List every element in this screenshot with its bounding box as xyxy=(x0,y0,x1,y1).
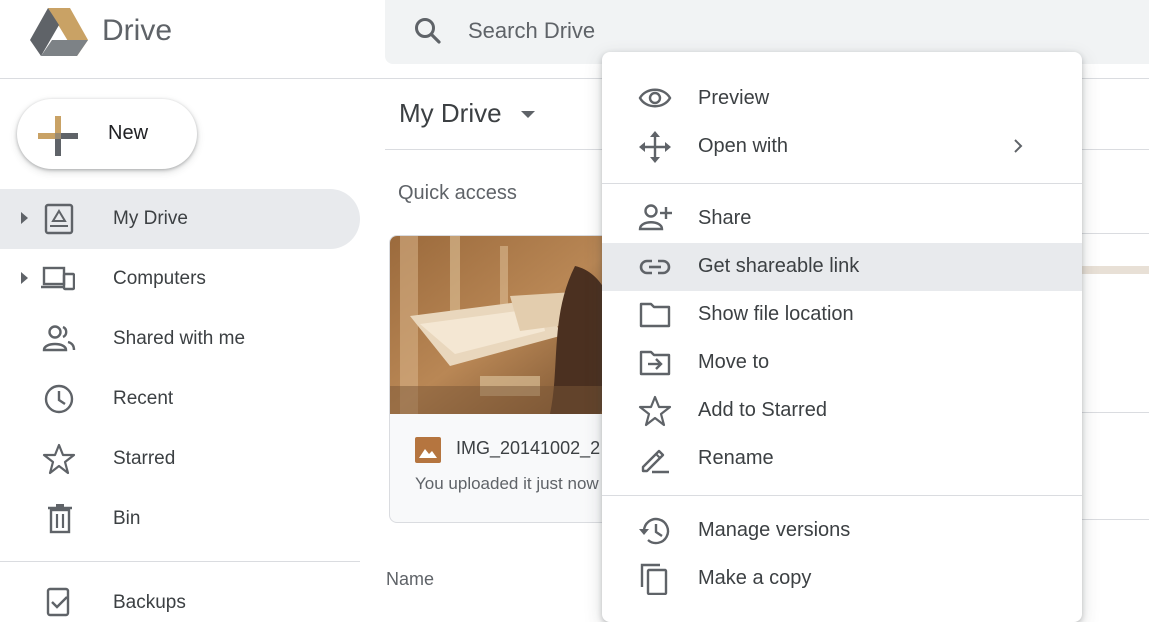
page-title[interactable]: My Drive xyxy=(399,98,502,129)
person-add-icon xyxy=(638,204,672,231)
move-to-folder-icon xyxy=(639,350,671,376)
menu-item-label: Move to xyxy=(698,351,770,373)
eye-icon xyxy=(638,88,672,108)
menu-item-label: Get shareable link xyxy=(698,255,860,277)
history-icon xyxy=(639,517,670,545)
clock-icon xyxy=(44,384,74,414)
menu-item-label: Rename xyxy=(698,447,774,469)
sidebar-item-label: Shared with me xyxy=(113,328,246,349)
my-drive-icon xyxy=(44,203,74,235)
backups-icon xyxy=(46,587,70,617)
expand-arrow-icon[interactable] xyxy=(21,212,28,224)
computers-icon xyxy=(41,266,75,291)
list-divider xyxy=(1082,412,1149,413)
sidebar-item-label: Backups xyxy=(113,592,186,613)
menu-item-label: Share xyxy=(698,207,752,229)
menu-separator xyxy=(602,495,1082,496)
chevron-down-icon[interactable] xyxy=(521,111,535,118)
sidebar-item-label: Bin xyxy=(113,508,141,529)
menu-item-label: Add to Starred xyxy=(698,399,827,421)
menu-item-add-to-starred[interactable] xyxy=(602,387,1082,435)
file-name: IMG_20141002_2 xyxy=(456,438,601,458)
file-subtitle: You uploaded it just now xyxy=(415,474,599,493)
menu-item-share[interactable] xyxy=(602,194,1082,242)
move-arrows-icon xyxy=(639,131,671,163)
menu-item-label: Manage versions xyxy=(698,519,851,541)
menu-separator xyxy=(602,183,1082,184)
star-icon xyxy=(42,443,76,475)
chevron-right-icon xyxy=(1014,139,1023,153)
folder-icon xyxy=(639,302,671,328)
sidebar-item-label: Recent xyxy=(113,388,174,409)
link-icon xyxy=(639,259,671,275)
menu-item-label: Show file location xyxy=(698,303,854,325)
sidebar-item-label: Starred xyxy=(113,448,176,469)
trash-icon xyxy=(48,504,72,534)
menu-item-rename[interactable] xyxy=(602,435,1082,483)
copy-icon xyxy=(640,563,668,595)
menu-item-label: Make a copy xyxy=(698,567,812,589)
sidebar-divider xyxy=(0,561,360,562)
new-button-label: New xyxy=(108,122,149,144)
app-title: Drive xyxy=(102,14,173,47)
quick-access-heading: Quick access xyxy=(398,182,517,204)
menu-item-preview[interactable] xyxy=(602,74,1082,122)
thumbnail-edge xyxy=(1082,266,1149,274)
name-column-header[interactable]: Name xyxy=(386,569,434,590)
star-icon xyxy=(638,395,672,427)
sidebar-item-label: Computers xyxy=(113,268,206,289)
list-divider xyxy=(1082,519,1149,520)
drive-logo-icon xyxy=(30,8,88,56)
pencil-icon xyxy=(641,449,669,474)
list-divider xyxy=(1082,233,1149,234)
plus-icon xyxy=(38,116,78,156)
image-file-icon xyxy=(415,437,441,463)
shared-icon xyxy=(42,325,76,352)
search-input[interactable] xyxy=(468,14,598,48)
menu-item-label: Preview xyxy=(698,87,770,109)
menu-item-make-a-copy[interactable] xyxy=(602,555,1082,603)
expand-arrow-icon[interactable] xyxy=(21,272,28,284)
sidebar-item-label: My Drive xyxy=(113,208,188,229)
file-thumbnail xyxy=(390,236,630,414)
menu-item-move-to[interactable] xyxy=(602,339,1082,387)
menu-item-label: Open with xyxy=(698,135,789,157)
search-icon[interactable] xyxy=(412,15,444,47)
